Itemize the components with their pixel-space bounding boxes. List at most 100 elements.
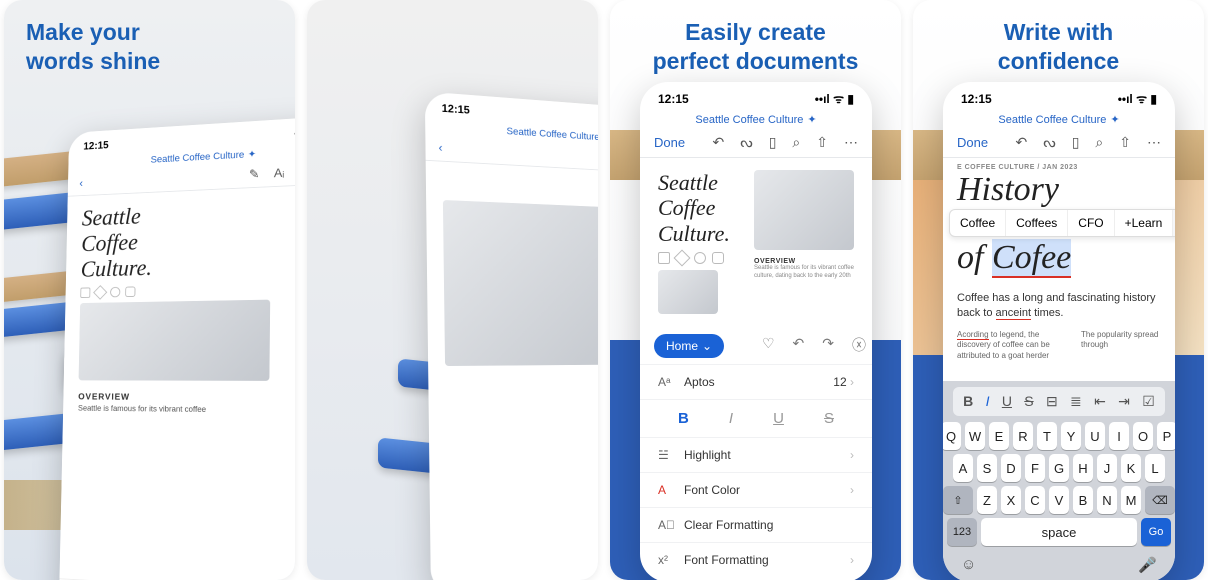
key-o[interactable]: O: [1133, 422, 1153, 450]
kb-underline[interactable]: U: [1002, 393, 1012, 410]
suggestion[interactable]: Coffees: [1006, 210, 1068, 236]
key-t[interactable]: T: [1037, 422, 1057, 450]
overview-label: OVERVIEW: [754, 258, 854, 265]
undo-icon[interactable]: ↶: [712, 134, 724, 151]
suggestion-learn[interactable]: +Learn: [1115, 210, 1174, 236]
key-h[interactable]: H: [1073, 454, 1093, 482]
search-icon[interactable]: ⌕: [792, 134, 800, 151]
key-q[interactable]: Q: [943, 422, 961, 450]
key-x[interactable]: X: [1001, 486, 1021, 514]
key-p[interactable]: P: [1157, 422, 1175, 450]
sparkle-icon[interactable]: ᔓ: [1043, 134, 1055, 151]
share-icon[interactable]: ⇧: [816, 134, 828, 151]
key-f[interactable]: F: [1025, 454, 1045, 482]
more-icon[interactable]: ⋯: [844, 134, 858, 151]
headline: Make your words shine: [26, 18, 160, 76]
suggestion[interactable]: CFO: [1068, 210, 1114, 236]
num-key[interactable]: 123: [947, 518, 977, 546]
kb-italic[interactable]: I: [986, 393, 990, 410]
search-icon[interactable]: ⌕: [1095, 134, 1103, 151]
undo-icon[interactable]: ↶: [793, 335, 805, 355]
key-v[interactable]: V: [1049, 486, 1069, 514]
style-icon[interactable]: Aᵢ: [274, 165, 285, 181]
bold-button[interactable]: B: [678, 410, 689, 427]
kb-indent-icon[interactable]: ⇥: [1118, 393, 1130, 410]
key-u[interactable]: U: [1085, 422, 1105, 450]
image-placeholder: [754, 170, 854, 250]
key-j[interactable]: J: [1097, 454, 1117, 482]
shape-picker[interactable]: [658, 252, 744, 264]
chevron-right-icon[interactable]: ›: [1173, 210, 1175, 236]
close-icon[interactable]: ⓧ: [852, 335, 866, 355]
more-icon[interactable]: ⋯: [1147, 134, 1161, 151]
key-m[interactable]: M: [1121, 486, 1141, 514]
fontcolor-row[interactable]: AFont Color›: [640, 472, 872, 507]
overview-text: Seattle is famous for its vibrant coffee: [78, 403, 295, 414]
mobile-icon[interactable]: ▯: [769, 134, 777, 151]
font-icon: Aᵃ: [658, 375, 674, 389]
key-y[interactable]: Y: [1061, 422, 1081, 450]
done-button[interactable]: Done: [654, 135, 685, 150]
strike-button[interactable]: S: [824, 410, 834, 427]
kb-list-icon[interactable]: ⊟: [1046, 393, 1058, 410]
bulb-icon[interactable]: ♡: [762, 335, 775, 355]
font-row[interactable]: AᵃAptos12 ›: [640, 364, 872, 399]
home-dropdown[interactable]: Home⌄: [654, 334, 724, 358]
image-placeholder: [443, 200, 598, 366]
phone-mockup: 12:15••ıl ᯤ ▮ Seattle Coffee Culture✦ Do…: [943, 82, 1175, 580]
go-key[interactable]: Go: [1141, 518, 1171, 546]
mic-icon[interactable]: 🎤: [1138, 556, 1157, 574]
key-i[interactable]: I: [1109, 422, 1129, 450]
backspace-key[interactable]: ⌫: [1145, 486, 1175, 514]
key-e[interactable]: E: [989, 422, 1009, 450]
chevron-right-icon: ›: [850, 553, 854, 567]
mobile-icon[interactable]: ▯: [1072, 134, 1080, 151]
italic-button[interactable]: I: [729, 410, 733, 427]
fontfmt-row[interactable]: x²Font Formatting›: [640, 542, 872, 577]
underline-button[interactable]: U: [773, 410, 784, 427]
share-icon[interactable]: ⇧: [1119, 134, 1131, 151]
shape-picker[interactable]: [80, 282, 295, 298]
kb-strike[interactable]: S: [1024, 393, 1033, 410]
screenshot-card-3: Easily create perfect documents 12:15••ı…: [610, 0, 901, 580]
chevron-right-icon: ›: [850, 448, 854, 462]
headline-line: words shine: [26, 48, 160, 74]
back-icon[interactable]: ‹: [79, 177, 83, 190]
key-b[interactable]: B: [1073, 486, 1093, 514]
key-a[interactable]: A: [953, 454, 973, 482]
kb-style-row: B I U S ⊟ ≣ ⇤ ⇥ ☑: [953, 387, 1165, 416]
suggestion-bar: Coffee Coffees CFO +Learn ›: [949, 209, 1175, 237]
undo-icon[interactable]: ↶: [1015, 134, 1027, 151]
phone-mockup: 12:15••ıl ᯤ ▮ Seattle Coffee Culture✦ Do…: [640, 82, 872, 580]
key-n[interactable]: N: [1097, 486, 1117, 514]
key-g[interactable]: G: [1049, 454, 1069, 482]
kb-task-icon[interactable]: ☑: [1142, 393, 1155, 410]
back-icon[interactable]: ‹: [438, 141, 442, 155]
pencil-icon[interactable]: ✎: [249, 166, 260, 182]
paragraph: Coffee has a long and fascinating histor…: [957, 291, 1161, 322]
suggestion[interactable]: Coffee: [950, 210, 1006, 236]
key-z[interactable]: Z: [977, 486, 997, 514]
kb-bold[interactable]: B: [963, 393, 973, 410]
key-c[interactable]: C: [1025, 486, 1045, 514]
emoji-icon[interactable]: ☺: [961, 556, 976, 574]
key-s[interactable]: S: [977, 454, 997, 482]
highlight-row[interactable]: ☱Highlight›: [640, 437, 872, 472]
space-key[interactable]: space: [981, 518, 1137, 546]
key-k[interactable]: K: [1121, 454, 1141, 482]
doc-heading: Seattle Coffee Culture.: [658, 170, 744, 246]
clearfmt-row[interactable]: A⃠Clear Formatting: [640, 507, 872, 542]
redo-icon[interactable]: ↷: [822, 335, 834, 355]
status-icons: ••ıl ᯤ ▮: [294, 123, 295, 140]
key-d[interactable]: D: [1001, 454, 1021, 482]
phone-mockup: 12:15 ••ıl ᯤ ▮ Seattle Coffee Culture✦ ‹…: [59, 115, 295, 580]
sparkle-icon[interactable]: ᔓ: [740, 134, 752, 151]
key-r[interactable]: R: [1013, 422, 1033, 450]
key-w[interactable]: W: [965, 422, 985, 450]
key-l[interactable]: L: [1145, 454, 1165, 482]
shift-key[interactable]: ⇧: [943, 486, 973, 514]
paragraph-small: Acording to legend, the discovery of cof…: [957, 330, 1161, 361]
kb-bullet-icon[interactable]: ≣: [1070, 393, 1082, 410]
kb-outdent-icon[interactable]: ⇤: [1094, 393, 1106, 410]
done-button[interactable]: Done: [957, 135, 988, 150]
